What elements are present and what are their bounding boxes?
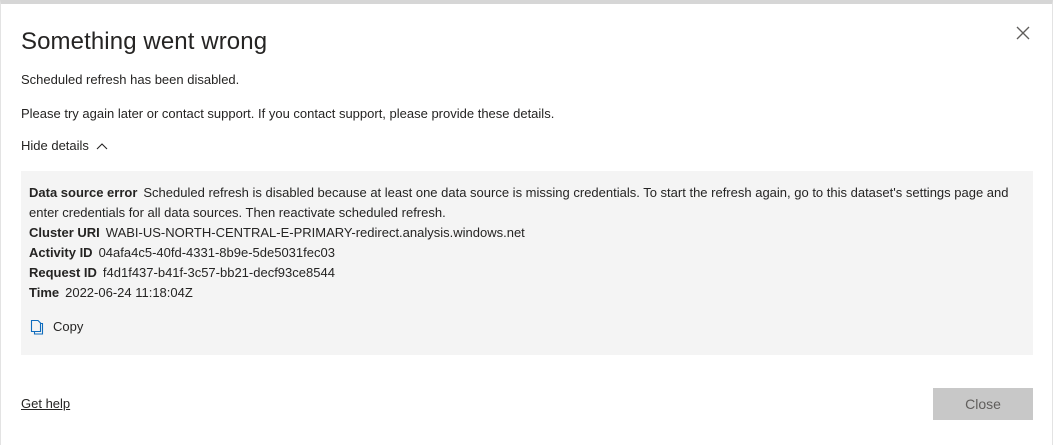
detail-value: 2022-06-24 11:18:04Z <box>65 285 193 300</box>
detail-value: WABI-US-NORTH-CENTRAL-E-PRIMARY-redirect… <box>105 225 525 240</box>
detail-value: Scheduled refresh is disabled because at… <box>29 185 1009 220</box>
detail-label: Activity ID <box>29 245 93 260</box>
detail-request-id: Request ID f4d1f437-b41f-3c57-bb21-decf93… <box>29 263 1025 283</box>
close-button[interactable]: Close <box>933 388 1033 420</box>
error-message: Scheduled refresh has been disabled. <box>21 72 240 87</box>
detail-label: Data source error <box>29 185 138 200</box>
copy-button[interactable]: Copy <box>29 317 83 337</box>
hide-details-label: Hide details <box>21 138 89 153</box>
detail-value: f4d1f437-b41f-3c57-bb21-decf93ce8544 <box>102 265 335 280</box>
chevron-up-icon <box>96 142 108 149</box>
detail-label: Request ID <box>29 265 97 280</box>
detail-value: 04afa4c5-40fd-4331-8b9e-5de5031fec03 <box>98 245 335 260</box>
support-instructions: Please try again later or contact suppor… <box>21 106 555 121</box>
dialog-title: Something went wrong <box>21 28 268 55</box>
hide-details-toggle[interactable]: Hide details <box>21 138 108 153</box>
error-details-panel: Data source error Scheduled refresh is di… <box>21 171 1033 355</box>
error-dialog: Something went wrong Scheduled refresh h… <box>0 0 1053 445</box>
detail-label: Time <box>29 285 60 300</box>
copy-icon <box>30 319 44 335</box>
get-help-link[interactable]: Get help <box>21 396 70 411</box>
detail-activity-id: Activity ID 04afa4c5-40fd-4331-8b9e-5de50… <box>29 243 1025 263</box>
detail-label: Cluster URI <box>29 225 100 240</box>
detail-time: Time 2022-06-24 11:18:04Z <box>29 283 1025 303</box>
copy-label: Copy <box>53 319 84 334</box>
close-icon[interactable] <box>1016 26 1030 40</box>
detail-data-source-error: Data source error Scheduled refresh is di… <box>29 183 1025 223</box>
detail-cluster-uri: Cluster URI WABI-US-NORTH-CENTRAL-E-PRIMA… <box>29 223 1025 243</box>
